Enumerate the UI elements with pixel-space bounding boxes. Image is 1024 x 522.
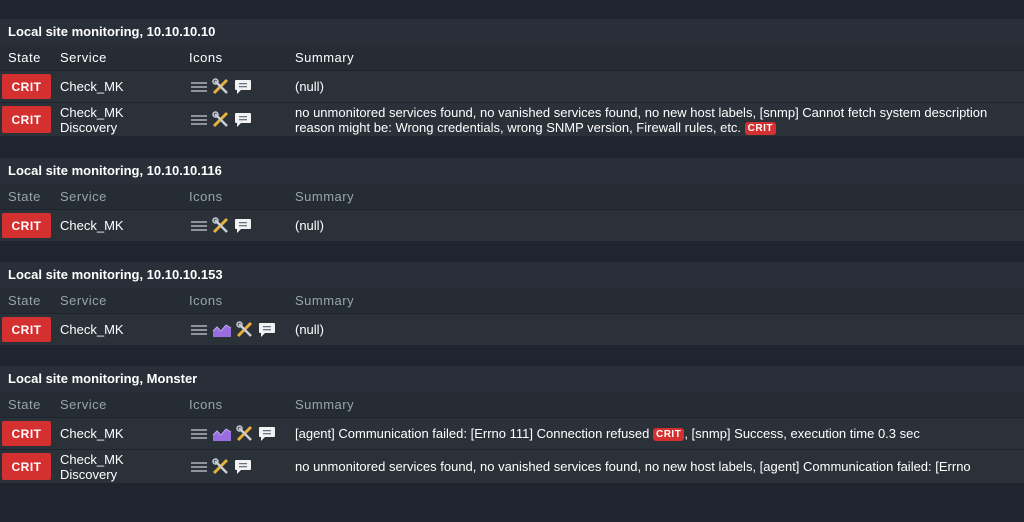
- summary-line: no unmonitored services found, no vanish…: [295, 104, 988, 120]
- state-badge: CRIT: [2, 106, 51, 133]
- row-icons: [190, 418, 276, 449]
- table-header: State Service Icons Summary: [0, 288, 1024, 313]
- row-icons: [190, 210, 252, 241]
- comment-icon[interactable]: [258, 322, 276, 338]
- header-state[interactable]: State: [8, 184, 41, 209]
- service-label[interactable]: Check_MK: [60, 426, 124, 441]
- state-badge: CRIT: [2, 74, 51, 99]
- service-name[interactable]: Check_MK: [60, 71, 124, 102]
- summary-text: [agent] Communication failed: [Errno 111…: [295, 418, 1024, 449]
- header-service[interactable]: Service: [60, 288, 107, 313]
- crit-badge: CRIT: [744, 121, 777, 135]
- table-row: CRIT Check_MK Discovery no unmonitored s…: [0, 103, 1024, 136]
- table-row: CRIT Check_MK [agent] Communication fail…: [0, 418, 1024, 449]
- summary-line: (null): [295, 218, 324, 233]
- service-name[interactable]: Check_MK: [60, 418, 124, 449]
- row-icons: [190, 450, 252, 483]
- service-label-line2[interactable]: Discovery: [60, 467, 124, 482]
- summary-line-text: reason might be: Wrong credentials, wron…: [295, 119, 742, 135]
- menu-icon[interactable]: [190, 323, 208, 337]
- group-title[interactable]: Local site monitoring, 10.10.10.10: [0, 19, 1024, 45]
- header-icons: Icons: [189, 50, 223, 65]
- host-group: Local site monitoring, 10.10.10.116 Stat…: [0, 158, 1024, 241]
- comment-icon[interactable]: [234, 112, 252, 128]
- wrench-icon[interactable]: [212, 110, 230, 129]
- table-header: State Service Icons Summary: [0, 184, 1024, 209]
- service-label[interactable]: Check_MK: [60, 218, 124, 233]
- comment-icon[interactable]: [234, 459, 252, 475]
- summary-text: (null): [295, 210, 1024, 241]
- summary-text: (null): [295, 314, 1024, 345]
- summary-text: no unmonitored services found, no vanish…: [295, 103, 1024, 136]
- row-icons: [190, 314, 276, 345]
- table-row: CRIT Check_MK Discovery no unmonitored s…: [0, 450, 1024, 483]
- header-icons: Icons: [189, 189, 223, 204]
- comment-icon[interactable]: [234, 218, 252, 234]
- header-summary[interactable]: Summary: [295, 392, 354, 417]
- service-label[interactable]: Check_MK: [60, 105, 124, 120]
- graph-icon[interactable]: [212, 322, 232, 338]
- summary-line: (null): [295, 322, 324, 337]
- header-summary[interactable]: Summary: [295, 288, 354, 313]
- host-group: Local site monitoring, 10.10.10.153 Stat…: [0, 262, 1024, 345]
- header-summary[interactable]: Summary: [295, 184, 354, 209]
- host-group: Local site monitoring, Monster State Ser…: [0, 366, 1024, 483]
- comment-icon[interactable]: [234, 79, 252, 95]
- summary-line: [agent] Communication failed: [Errno 111…: [295, 426, 1024, 441]
- wrench-icon[interactable]: [212, 457, 230, 476]
- row-icons: [190, 103, 252, 136]
- header-service[interactable]: Service: [60, 392, 107, 417]
- wrench-icon[interactable]: [212, 77, 230, 96]
- menu-icon[interactable]: [190, 80, 208, 94]
- service-name[interactable]: Check_MK Discovery: [60, 103, 124, 136]
- summary-text: (null): [295, 71, 1024, 102]
- service-name[interactable]: Check_MK: [60, 210, 124, 241]
- table-row: CRIT Check_MK (null): [0, 314, 1024, 345]
- state-badge: CRIT: [2, 213, 51, 238]
- service-label[interactable]: Check_MK: [60, 452, 124, 467]
- header-service[interactable]: Service: [60, 184, 107, 209]
- group-title[interactable]: Local site monitoring, Monster: [0, 366, 1024, 392]
- service-name[interactable]: Check_MK Discovery: [60, 450, 124, 483]
- group-title[interactable]: Local site monitoring, 10.10.10.153: [0, 262, 1024, 288]
- menu-icon[interactable]: [190, 427, 208, 441]
- table-row: CRIT Check_MK (null): [0, 210, 1024, 241]
- summary-line-2: reason might be: Wrong credentials, wron…: [295, 120, 1024, 135]
- menu-icon[interactable]: [190, 113, 208, 127]
- wrench-icon[interactable]: [236, 320, 254, 339]
- service-label[interactable]: Check_MK: [60, 322, 124, 337]
- header-icons: Icons: [189, 397, 223, 412]
- host-group: Local site monitoring, 10.10.10.10 State…: [0, 19, 1024, 136]
- header-state[interactable]: State: [8, 45, 41, 70]
- menu-icon[interactable]: [190, 219, 208, 233]
- menu-icon[interactable]: [190, 460, 208, 474]
- header-service[interactable]: Service: [60, 45, 107, 70]
- group-title[interactable]: Local site monitoring, 10.10.10.116: [0, 158, 1024, 184]
- graph-icon[interactable]: [212, 426, 232, 442]
- service-name[interactable]: Check_MK: [60, 314, 124, 345]
- table-header: State Service Icons Summary: [0, 392, 1024, 417]
- table-header: State Service Icons Summary: [0, 45, 1024, 70]
- summary-text: no unmonitored services found, no vanish…: [295, 450, 1024, 483]
- wrench-icon[interactable]: [212, 216, 230, 235]
- summary-part: [agent] Communication failed: [Errno 111…: [295, 426, 650, 441]
- crit-badge: CRIT: [652, 428, 685, 441]
- summary-part: , [snmp] Success, execution time 0.3 sec: [684, 426, 920, 441]
- summary-line: no unmonitored services found, no vanish…: [295, 459, 971, 474]
- service-label-line2[interactable]: Discovery: [60, 120, 124, 135]
- wrench-icon[interactable]: [236, 424, 254, 443]
- header-state[interactable]: State: [8, 392, 41, 417]
- state-badge: CRIT: [2, 317, 51, 342]
- state-badge: CRIT: [2, 453, 51, 480]
- summary-line: (null): [295, 79, 324, 94]
- header-state[interactable]: State: [8, 288, 41, 313]
- comment-icon[interactable]: [258, 426, 276, 442]
- row-icons: [190, 71, 252, 102]
- header-summary[interactable]: Summary: [295, 45, 354, 70]
- table-row: CRIT Check_MK (null): [0, 71, 1024, 102]
- state-badge: CRIT: [2, 421, 51, 446]
- header-icons: Icons: [189, 293, 223, 308]
- service-label[interactable]: Check_MK: [60, 79, 124, 94]
